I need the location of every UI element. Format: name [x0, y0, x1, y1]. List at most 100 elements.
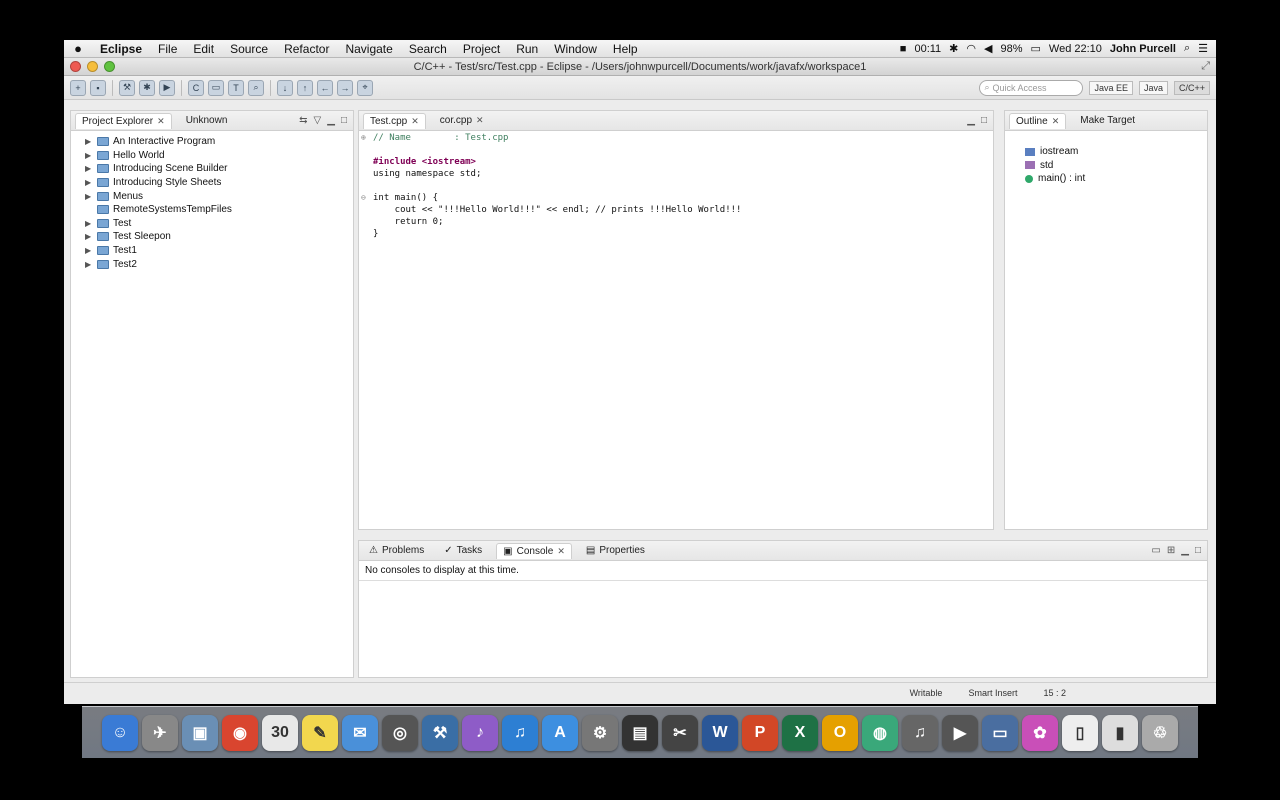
expand-arrow-icon[interactable]: ▶: [85, 232, 93, 241]
menu-eclipse[interactable]: Eclipse: [92, 42, 150, 56]
fold-icon[interactable]: ⊕: [361, 133, 366, 142]
tab-cor-cpp[interactable]: cor.cpp ✕: [434, 113, 490, 128]
maximize-icon[interactable]: □: [341, 115, 347, 126]
photo-icon[interactable]: ▤: [622, 714, 658, 751]
tools-icon[interactable]: ✂: [662, 714, 698, 751]
menu-refactor[interactable]: Refactor: [276, 42, 337, 56]
build-icon[interactable]: ⚒: [119, 79, 135, 96]
back-icon[interactable]: ←: [317, 79, 333, 96]
minimize-icon[interactable]: [87, 61, 98, 72]
run-icon[interactable]: ▶: [159, 79, 175, 96]
apple-icon[interactable]: ●: [64, 41, 92, 56]
tab-unknown[interactable]: Unknown: [180, 113, 234, 128]
pin-icon[interactable]: ⌖: [357, 79, 373, 96]
new-class-icon[interactable]: C: [188, 79, 204, 96]
chrome-icon[interactable]: ◉: [222, 714, 258, 751]
tree-item[interactable]: RemoteSystemsTempFiles: [85, 203, 353, 217]
tree-item[interactable]: ▶ Introducing Style Sheets: [85, 176, 353, 190]
word-icon[interactable]: W: [702, 714, 738, 751]
menubar-user[interactable]: John Purcell: [1110, 43, 1176, 55]
open-type-icon[interactable]: T: [228, 79, 244, 96]
tree-item[interactable]: ▶ Menus: [85, 189, 353, 203]
excel-icon[interactable]: X: [782, 714, 818, 751]
wifi-icon[interactable]: ◠: [966, 42, 976, 55]
debug-icon[interactable]: ✱: [139, 79, 155, 96]
menu-help[interactable]: Help: [605, 42, 646, 56]
music-icon[interactable]: ♫: [502, 714, 538, 751]
open-console-icon[interactable]: ⊞: [1167, 545, 1175, 556]
close-icon[interactable]: ✕: [557, 546, 565, 557]
expand-arrow-icon[interactable]: ▶: [85, 219, 93, 228]
close-icon[interactable]: ✕: [1052, 116, 1060, 127]
folder-icon[interactable]: ▮: [1102, 714, 1138, 751]
collapse-all-icon[interactable]: ⇆: [299, 115, 307, 126]
next-annotation-icon[interactable]: ↓: [277, 79, 293, 96]
tree-item[interactable]: ▶ Test1: [85, 244, 353, 258]
spotlight-icon[interactable]: ⌕: [1184, 42, 1190, 55]
display-console-icon[interactable]: ▭: [1151, 545, 1160, 556]
expand-arrow-icon[interactable]: ▶: [85, 192, 93, 201]
new-folder-icon[interactable]: ▭: [208, 79, 224, 96]
minimize-icon[interactable]: ▁: [967, 115, 975, 126]
appstore-icon[interactable]: A: [542, 714, 578, 751]
launchpad-icon[interactable]: ✈: [142, 714, 178, 751]
tree-item[interactable]: ▶ Hello World: [85, 149, 353, 163]
menu-run[interactable]: Run: [508, 42, 546, 56]
video-icon[interactable]: ▶: [942, 714, 978, 751]
close-icon[interactable]: ✕: [411, 116, 419, 127]
menu-search[interactable]: Search: [401, 42, 455, 56]
camera-icon[interactable]: ◎: [382, 714, 418, 751]
save-icon[interactable]: ▪: [90, 79, 106, 96]
tab-make-target[interactable]: Make Target: [1074, 113, 1141, 128]
expand-arrow-icon[interactable]: ▶: [85, 246, 93, 255]
maximize-icon[interactable]: □: [1195, 545, 1201, 556]
list-item[interactable]: main() : int: [1025, 172, 1207, 186]
mail-icon[interactable]: ✉: [342, 714, 378, 751]
menu-source[interactable]: Source: [222, 42, 276, 56]
settings-icon[interactable]: ⚙: [582, 714, 618, 751]
preview-icon[interactable]: ▣: [182, 714, 218, 751]
menu-window[interactable]: Window: [546, 42, 605, 56]
expand-arrow-icon[interactable]: ▶: [85, 137, 93, 146]
code-area[interactable]: ⊕// Name : Test.cpp #include <iostream> …: [359, 131, 993, 241]
battery-icon[interactable]: ▭: [1031, 42, 1041, 55]
menu-file[interactable]: File: [150, 42, 185, 56]
new-icon[interactable]: +: [70, 79, 86, 96]
tree-item[interactable]: ▶ Test2: [85, 257, 353, 271]
menu-navigate[interactable]: Navigate: [337, 42, 400, 56]
tree-item[interactable]: ▶ Test: [85, 217, 353, 231]
mic-icon[interactable]: ♫: [902, 714, 938, 751]
fold-icon[interactable]: ⊖: [361, 193, 366, 202]
list-item[interactable]: iostream: [1025, 145, 1207, 159]
tab-outline[interactable]: Outline ✕: [1009, 112, 1067, 129]
finder-icon[interactable]: ☺: [102, 714, 138, 751]
menubar-datetime[interactable]: Wed 22:10: [1049, 43, 1102, 55]
menubar-clock[interactable]: 00:11: [914, 43, 941, 55]
close-icon[interactable]: ✕: [157, 116, 165, 127]
quick-access-input[interactable]: ⌕ Quick Access: [979, 79, 1084, 96]
perspective-java-ee[interactable]: Java EE: [1089, 80, 1133, 95]
volume-icon[interactable]: ◀: [984, 42, 992, 55]
bluetooth-icon[interactable]: ✱: [949, 42, 958, 55]
notification-list-icon[interactable]: ☰: [1198, 42, 1208, 55]
powerpoint-icon[interactable]: P: [742, 714, 778, 751]
tab-tasks[interactable]: ✓ Tasks: [438, 543, 488, 558]
tab-project-explorer[interactable]: Project Explorer ✕: [75, 112, 172, 129]
notes-icon[interactable]: ✎: [302, 714, 338, 751]
tree-item[interactable]: ▶ Test Sleepon: [85, 230, 353, 244]
document-icon[interactable]: ▯: [1062, 714, 1098, 751]
menu-project[interactable]: Project: [455, 42, 508, 56]
minimize-icon[interactable]: ▁: [327, 115, 335, 126]
calendar-icon[interactable]: 30: [262, 714, 298, 751]
trash-icon[interactable]: ♲: [1142, 714, 1178, 751]
minimize-icon[interactable]: ▁: [1181, 545, 1189, 556]
tree-item[interactable]: ▶ An Interactive Program: [85, 135, 353, 149]
forward-icon[interactable]: →: [337, 79, 353, 96]
search-icon[interactable]: ⌕: [248, 79, 264, 96]
maximize-icon[interactable]: □: [981, 115, 987, 126]
tab-problems[interactable]: ⚠ Problems: [363, 543, 430, 558]
terminal-icon[interactable]: ▭: [982, 714, 1018, 751]
zoom-icon[interactable]: [104, 61, 115, 72]
perspective-cpp[interactable]: C/C++: [1173, 80, 1210, 95]
expand-arrow-icon[interactable]: ▶: [85, 151, 93, 160]
